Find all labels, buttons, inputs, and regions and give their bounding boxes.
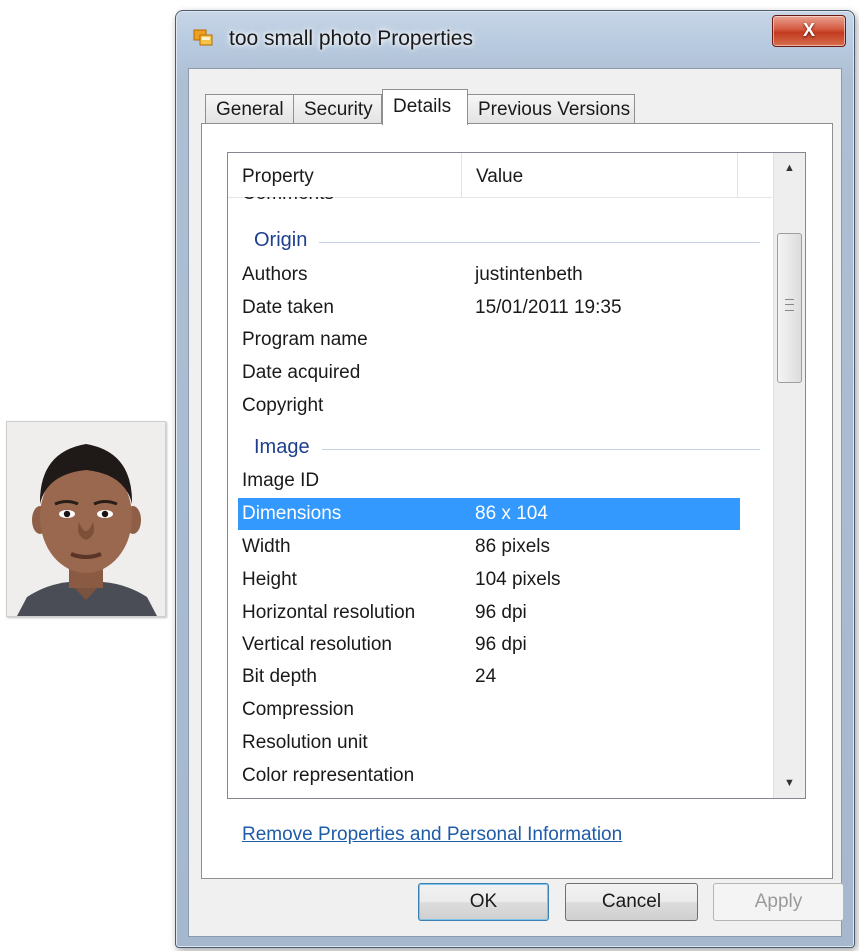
property-value: 24 <box>475 666 497 687</box>
cancel-button[interactable]: Cancel <box>565 883 698 921</box>
close-button[interactable]: X <box>772 15 846 47</box>
apply-button[interactable]: Apply <box>713 883 844 921</box>
details-tab-panel: Property Value Comments Origin Authors j… <box>201 123 833 879</box>
dialog-body: General Security Details Previous Versio… <box>188 68 844 937</box>
property-value: 15/01/2011 19:35 <box>475 297 622 318</box>
property-value: 96 dpi <box>475 602 527 623</box>
list-item-comments[interactable]: Comments <box>242 197 334 205</box>
vertical-scrollbar[interactable]: ▲ ▼ <box>773 153 805 798</box>
property-name: Horizontal resolution <box>242 602 416 623</box>
list-item[interactable]: Height 104 pixels <box>238 564 740 596</box>
list-item[interactable]: Horizontal resolution 96 dpi <box>238 597 740 629</box>
list-item[interactable]: Resolution unit <box>238 727 740 759</box>
scroll-up-arrow-icon[interactable]: ▲ <box>774 153 805 183</box>
list-item[interactable]: Compression <box>238 694 740 726</box>
group-label: Origin <box>254 229 320 252</box>
property-name: Compression <box>242 699 354 720</box>
properties-list[interactable]: Property Value Comments Origin Authors j… <box>227 152 806 799</box>
tab-previous-versions[interactable]: Previous Versions <box>467 94 635 124</box>
property-name: Program name <box>242 329 368 350</box>
property-name: Bit depth <box>242 666 317 687</box>
list-item[interactable]: Copyright <box>238 390 740 422</box>
property-name: Copyright <box>242 395 324 416</box>
ok-button[interactable]: OK <box>418 883 549 921</box>
column-header-value[interactable]: Value <box>462 153 738 197</box>
window-title: too small photo Properties <box>229 27 473 50</box>
property-name: Date acquired <box>242 362 361 383</box>
property-name: Dimensions <box>242 503 342 524</box>
title-bar[interactable]: too small photo Properties X <box>176 11 854 67</box>
property-name: Resolution unit <box>242 732 368 753</box>
list-item[interactable]: Date taken 15/01/2011 19:35 <box>238 292 740 324</box>
property-name: Authors <box>242 264 308 285</box>
list-item[interactable]: Vertical resolution 96 dpi <box>238 629 740 661</box>
list-item[interactable]: Bit depth 24 <box>238 661 740 693</box>
property-value: 86 pixels <box>475 536 550 557</box>
property-value: 104 pixels <box>475 569 561 590</box>
photo-thumbnail <box>6 421 166 617</box>
tab-general[interactable]: General <box>205 94 294 124</box>
remove-properties-link[interactable]: Remove Properties and Personal Informati… <box>242 824 622 846</box>
list-item[interactable]: Program name <box>238 324 740 356</box>
group-divider <box>254 449 760 450</box>
property-value: 86 x 104 <box>475 503 548 524</box>
property-value: justintenbeth <box>475 264 583 285</box>
image-file-icon <box>192 26 214 48</box>
group-label: Image <box>254 436 322 459</box>
tab-details[interactable]: Details <box>382 89 468 125</box>
list-item[interactable]: Authors justintenbeth <box>238 259 740 291</box>
property-name: Date taken <box>242 297 334 318</box>
property-name: Height <box>242 569 297 590</box>
property-name: Color representation <box>242 765 415 786</box>
list-item[interactable]: Date acquired <box>238 357 740 389</box>
list-item[interactable]: Image ID <box>238 465 740 497</box>
scroll-down-arrow-icon[interactable]: ▼ <box>774 768 805 798</box>
tab-security[interactable]: Security <box>293 94 382 124</box>
grip-icon <box>785 299 794 311</box>
list-item-selected[interactable]: Dimensions 86 x 104 <box>238 498 740 530</box>
list-header: Property Value <box>228 153 772 198</box>
property-name: Vertical resolution <box>242 634 392 655</box>
list-item[interactable]: Width 86 pixels <box>238 531 740 563</box>
property-value: 96 dpi <box>475 634 527 655</box>
property-name: Width <box>242 536 291 557</box>
group-header-origin: Origin <box>238 223 760 255</box>
group-header-image: Image <box>238 430 760 462</box>
properties-window: too small photo Properties X General Sec… <box>175 10 855 948</box>
group-divider <box>254 242 760 243</box>
list-body: Comments Origin Authors justintenbeth Da… <box>228 197 772 797</box>
property-name: Image ID <box>242 470 320 491</box>
scrollbar-thumb[interactable] <box>777 233 802 383</box>
list-item[interactable]: Color representation <box>238 760 740 792</box>
column-header-property[interactable]: Property <box>228 153 462 197</box>
